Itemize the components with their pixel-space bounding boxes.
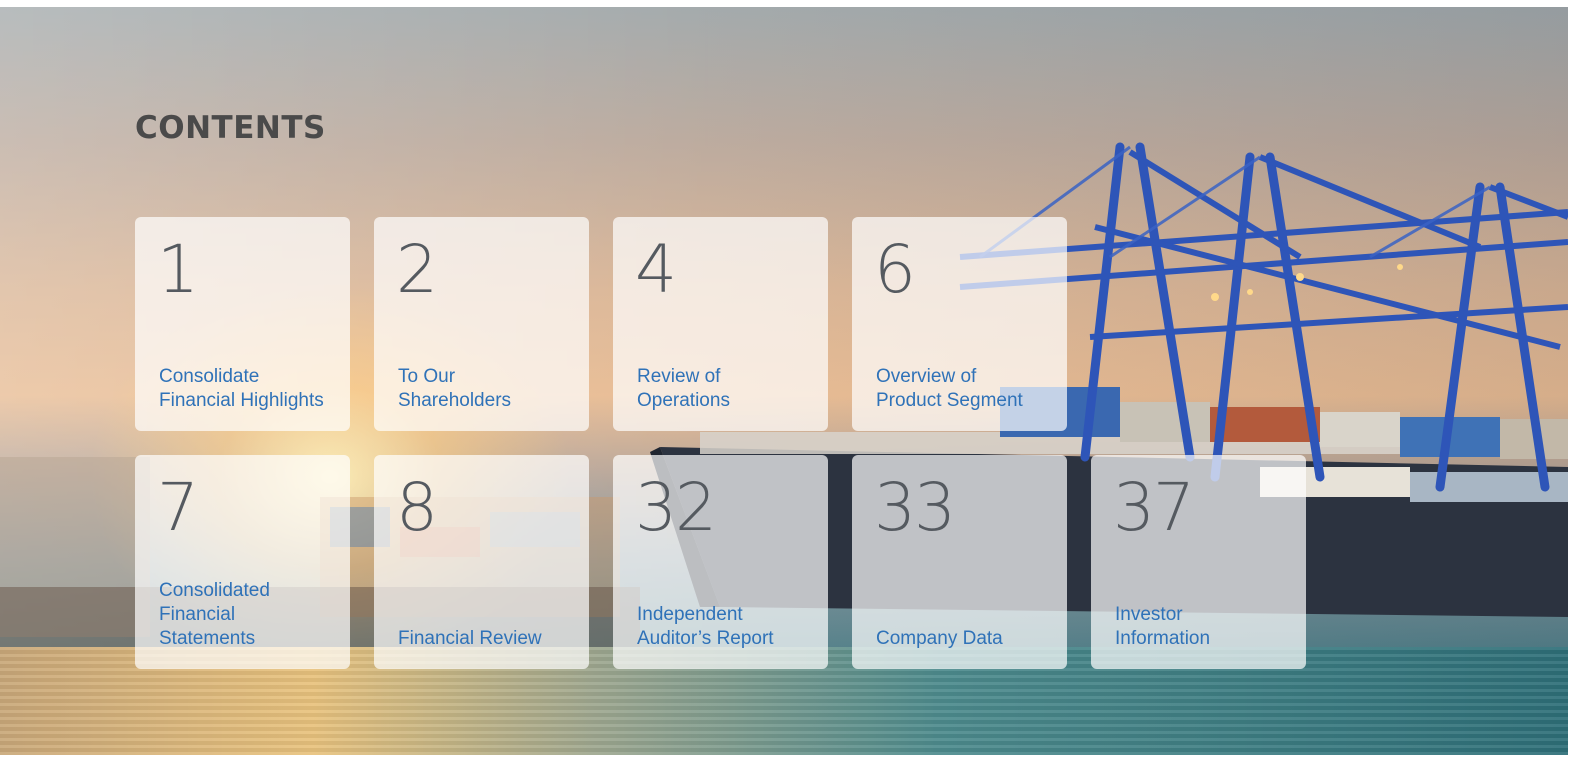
contents-item-overview-of-product-segment[interactable]: 6 Overview of Product Segment — [852, 217, 1067, 431]
contents-item-consolidated-financial-statements[interactable]: 7 Consolidated Financial Statements — [135, 455, 350, 669]
contents-item-investor-information[interactable]: 37 Investor Information — [1091, 455, 1306, 669]
contents-item-financial-review[interactable]: 8 Financial Review — [374, 455, 589, 669]
page-number: 8 — [396, 469, 438, 546]
section-label: Company Data — [876, 628, 1003, 649]
page-number: 1 — [157, 231, 199, 308]
contents-item-review-of-operations[interactable]: 4 Review of Operations — [613, 217, 828, 431]
contents-item-independent-auditors-report[interactable]: 32 Independent Auditor’s Report — [613, 455, 828, 669]
page-title: CONTENTS — [135, 110, 326, 146]
section-label: Overview of Product Segment — [876, 366, 1023, 411]
section-label: Consolidate Financial Highlights — [159, 366, 324, 411]
section-label: To Our Shareholders — [398, 366, 512, 411]
page-number: 4 — [635, 231, 677, 308]
contents-item-to-our-shareholders[interactable]: 2 To Our Shareholders — [374, 217, 589, 431]
section-label: Review of Operations — [637, 366, 730, 411]
contents-item-financial-highlights[interactable]: 1 Consolidate Financial Highlights — [135, 217, 350, 431]
contents-item-company-data[interactable]: 33 Company Data — [852, 455, 1067, 669]
page-number: 33 — [874, 469, 956, 546]
section-label: Investor Information — [1115, 604, 1211, 649]
page-number: 6 — [874, 231, 916, 308]
contents-page: CONTENTS 1 Consolidate Financial Highlig… — [0, 0, 1588, 763]
page-number: 2 — [396, 231, 438, 308]
page-number: 7 — [157, 469, 199, 546]
section-label: Consolidated Financial Statements — [159, 580, 270, 649]
page-number: 37 — [1113, 469, 1195, 546]
section-label: Independent Auditor’s Report — [637, 604, 774, 649]
page-number: 32 — [635, 469, 717, 546]
section-label: Financial Review — [398, 628, 542, 649]
